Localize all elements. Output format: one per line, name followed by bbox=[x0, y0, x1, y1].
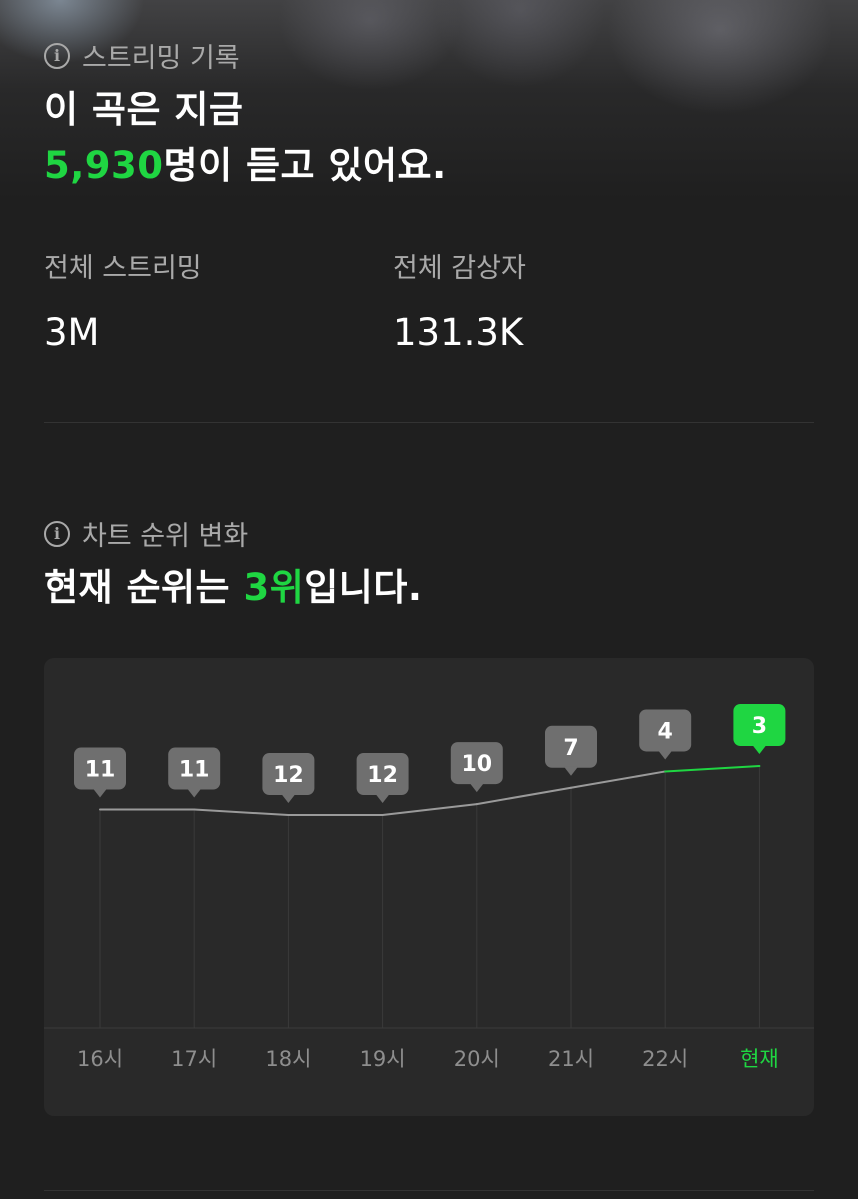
section-divider bbox=[44, 422, 814, 423]
x-tick-label-4: 20시 bbox=[454, 1047, 500, 1071]
headline-line2-suffix: 명이 듣고 있어요. bbox=[163, 144, 447, 187]
rank-badge-pointer-0 bbox=[93, 788, 107, 798]
x-tick-label-6: 22시 bbox=[642, 1047, 688, 1071]
rank-label-4: 10 bbox=[461, 752, 492, 777]
info-icon[interactable]: i bbox=[44, 42, 70, 69]
rank-headline-suffix: 입니다. bbox=[304, 566, 423, 609]
rank-headline: 현재 순위는 3위입니다. bbox=[44, 560, 422, 616]
rank-info-row[interactable]: i 차트 순위 변화 bbox=[44, 514, 248, 553]
rank-badge-pointer-2 bbox=[281, 794, 296, 803]
x-tick-label-0: 16시 bbox=[77, 1047, 123, 1071]
rank-label-7: 3 bbox=[752, 714, 767, 739]
series-segment-3 bbox=[381, 803, 478, 816]
total-streaming-stat: 전체 스트리밍 3M bbox=[44, 246, 202, 354]
rank-label-0: 11 bbox=[85, 758, 116, 783]
bottom-divider bbox=[44, 1190, 814, 1191]
rank-badge-pointer-7 bbox=[752, 745, 767, 754]
series-segment-6 bbox=[664, 765, 761, 773]
rank-label-2: 12 bbox=[273, 763, 304, 788]
rank-label-5: 7 bbox=[563, 736, 578, 761]
rank-badge-pointer-1 bbox=[187, 788, 202, 798]
x-tick-label-5: 21시 bbox=[548, 1047, 594, 1071]
total-listeners-label: 전체 감상자 bbox=[393, 253, 526, 284]
info-icon[interactable]: i bbox=[44, 520, 70, 547]
current-rank: 3위 bbox=[243, 566, 305, 609]
rank-chart: 11 11 12 12 10 7 4 3 16시 17시 18시 19시 20시 21시 22시 현재 bbox=[44, 704, 814, 1071]
streaming-headline: 이 곡은 지금 5,930명이 듣고 있어요. bbox=[44, 82, 447, 194]
total-streaming-value: 3M bbox=[44, 311, 100, 354]
series-segment-5 bbox=[570, 770, 667, 789]
x-tick-label-1: 17시 bbox=[171, 1047, 217, 1071]
rank-label-6: 4 bbox=[658, 719, 673, 744]
x-tick-label-3: 19시 bbox=[360, 1047, 406, 1071]
rank-section-title: 차트 순위 변화 bbox=[82, 521, 249, 552]
total-listeners-value: 131.3K bbox=[393, 311, 524, 354]
x-tick-label-7: 현재 bbox=[740, 1047, 779, 1071]
rank-chart-card: 11 11 12 12 10 7 4 3 16시 17시 18시 19시 20시 21시 22시 현재 bbox=[44, 658, 814, 1116]
rank-badge-pointer-6 bbox=[658, 750, 673, 760]
rank-headline-prefix: 현재 순위는 bbox=[44, 566, 244, 609]
rank-badge-pointer-5 bbox=[564, 766, 578, 776]
rank-label-3: 12 bbox=[367, 763, 398, 788]
headline-line1: 이 곡은 지금 bbox=[44, 88, 244, 131]
series-segment-4 bbox=[475, 786, 572, 806]
series-segment-1 bbox=[193, 808, 290, 816]
headline-line2: 5,930명이 듣고 있어요. bbox=[44, 138, 447, 194]
rank-label-1: 11 bbox=[179, 758, 210, 783]
listener-count: 5,930 bbox=[44, 144, 164, 187]
rank-section: i 차트 순위 변화 bbox=[44, 514, 248, 553]
rank-badge-pointer-4 bbox=[469, 783, 484, 793]
streaming-info-row[interactable]: i 스트리밍 기록 bbox=[44, 36, 240, 75]
x-tick-label-2: 18시 bbox=[265, 1047, 311, 1071]
streaming-section-title: 스트리밍 기록 bbox=[82, 43, 240, 74]
rank-badge-pointer-3 bbox=[375, 794, 390, 803]
total-listeners-stat: 전체 감상자 131.3K bbox=[393, 246, 526, 354]
streaming-section: i 스트리밍 기록 bbox=[44, 36, 240, 75]
total-streaming-label: 전체 스트리밍 bbox=[44, 253, 202, 284]
